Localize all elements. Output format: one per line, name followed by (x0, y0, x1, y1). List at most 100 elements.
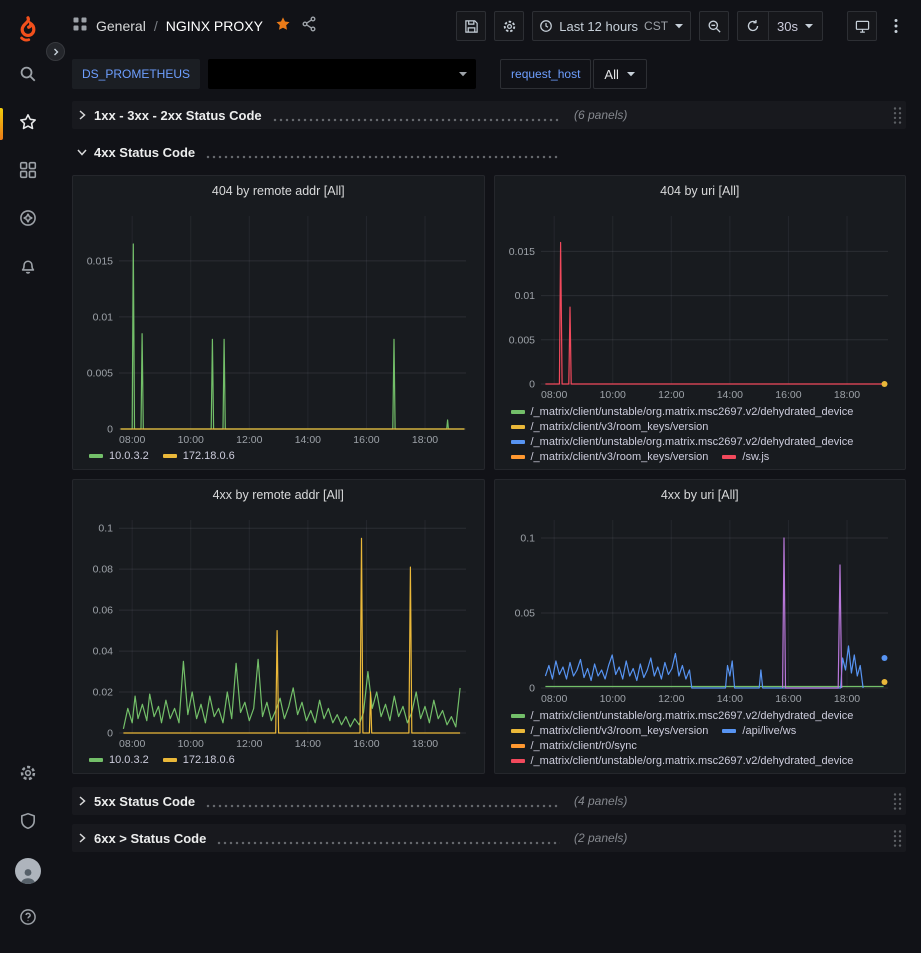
legend-item[interactable]: /_matrix/client/unstable/org.matrix.msc2… (511, 406, 854, 418)
dashboard-settings-button[interactable] (494, 11, 524, 41)
sidebar-item-dashboards[interactable] (0, 148, 56, 196)
refresh-button[interactable] (738, 12, 768, 40)
legend-item[interactable]: /sw.js (722, 451, 769, 463)
legend-item[interactable]: /api/live/ws (722, 725, 796, 737)
legend-item[interactable]: /_matrix/client/r0/sync (511, 740, 637, 752)
legend-item[interactable]: /_matrix/client/v3/room_keys/version (511, 451, 709, 463)
svg-text:14:00: 14:00 (295, 434, 321, 446)
svg-text:12:00: 12:00 (236, 434, 262, 446)
svg-text:10:00: 10:00 (599, 389, 625, 401)
chart-svg: 08:0010:0012:0014:0016:0018:0000.020.040… (81, 510, 476, 751)
row-drag-handle[interactable] (893, 106, 902, 125)
svg-text:0: 0 (107, 728, 113, 740)
time-range-label: Last 12 hours (559, 19, 638, 34)
dashboard-title[interactable]: NGINX PROXY (166, 18, 263, 34)
legend-marker (89, 454, 103, 458)
legend: 10.0.3.2 172.18.0.6 (81, 751, 476, 769)
chart-canvas[interactable]: 08:0010:0012:0014:0016:0018:0000.050.1 (503, 510, 898, 707)
top-navigation-bar: General / NGINX PROXY (56, 0, 921, 52)
panel-body: 08:0010:0012:0014:0016:0018:0000.0050.01… (495, 206, 906, 469)
refresh-button-group: 30s (737, 11, 823, 41)
dotted-leader (216, 841, 560, 845)
sidebar-item-alerting[interactable] (0, 244, 56, 292)
cycle-view-mode-button[interactable] (847, 11, 877, 41)
row-drag-handle[interactable] (893, 829, 902, 848)
save-dashboard-button[interactable] (456, 11, 486, 41)
svg-text:0: 0 (529, 683, 535, 695)
legend-item[interactable]: /_matrix/client/unstable/org.matrix.msc2… (511, 436, 854, 448)
legend-item[interactable]: /_matrix/client/unstable/org.matrix.msc2… (511, 755, 854, 767)
row-header-5xx[interactable]: 5xx Status Code (4 panels) (72, 787, 906, 815)
time-range-picker[interactable]: Last 12 hours CST (532, 11, 691, 41)
row-drag-handle[interactable] (893, 792, 902, 811)
legend-label: /_matrix/client/v3/room_keys/version (531, 725, 709, 737)
request-host-variable-select[interactable]: All (593, 59, 646, 89)
refresh-interval-dropdown[interactable]: 30s (768, 12, 822, 40)
alerting-bell-icon (19, 257, 37, 280)
legend-item[interactable]: /_matrix/client/v3/room_keys/version (511, 421, 709, 433)
sidebar-item-explore[interactable] (0, 196, 56, 244)
svg-text:08:00: 08:00 (119, 738, 145, 750)
legend-marker (511, 410, 525, 414)
row-title: 1xx - 3xx - 2xx Status Code (94, 108, 262, 123)
chart-canvas[interactable]: 08:0010:0012:0014:0016:0018:0000.0050.01… (503, 206, 898, 403)
svg-text:18:00: 18:00 (833, 389, 859, 401)
panel-title[interactable]: 4xx by remote addr [All] (73, 480, 484, 510)
panel-2: 404 by uri [All]08:0010:0012:0014:0016:0… (494, 175, 907, 470)
svg-text:18:00: 18:00 (833, 693, 859, 705)
chart-canvas[interactable]: 08:0010:0012:0014:0016:0018:0000.020.040… (81, 510, 476, 751)
legend-item[interactable]: 172.18.0.6 (163, 754, 235, 766)
zoom-out-button[interactable] (699, 11, 729, 41)
breadcrumb: General / NGINX PROXY (96, 18, 263, 34)
legend-label: /_matrix/client/v3/room_keys/version (531, 421, 709, 433)
legend-marker (722, 455, 736, 459)
sidebar-item-configuration[interactable] (0, 751, 56, 799)
legend-item[interactable]: /_matrix/client/v3/room_keys/version (511, 725, 709, 737)
legend-label: /_matrix/client/r0/sync (531, 740, 637, 752)
row-header-6xx[interactable]: 6xx > Status Code (2 panels) (72, 824, 906, 852)
shield-icon (19, 812, 37, 835)
chevron-right-icon (76, 795, 88, 807)
share-icon[interactable] (301, 16, 317, 37)
sidebar-item-search[interactable] (0, 52, 56, 100)
sidebar-item-server-admin[interactable] (0, 799, 56, 847)
legend-label: /_matrix/client/unstable/org.matrix.msc2… (531, 710, 854, 722)
sidebar-item-profile[interactable] (0, 847, 56, 895)
refresh-interval-label: 30s (777, 19, 798, 34)
panel-title[interactable]: 404 by remote addr [All] (73, 176, 484, 206)
datasource-variable-select[interactable] (208, 59, 476, 89)
svg-text:0.01: 0.01 (93, 311, 114, 323)
svg-text:0.04: 0.04 (93, 646, 114, 658)
legend-label: 10.0.3.2 (109, 450, 149, 462)
panel-title[interactable]: 404 by uri [All] (495, 176, 906, 206)
row-header-1xx-3xx-2xx[interactable]: 1xx - 3xx - 2xx Status Code (6 panels) (72, 101, 906, 129)
breadcrumb-section[interactable]: General (96, 18, 146, 34)
legend-marker (722, 729, 736, 733)
help-icon (19, 908, 37, 931)
legend-marker (511, 714, 525, 718)
legend-marker (511, 440, 525, 444)
legend-label: 172.18.0.6 (183, 450, 235, 462)
kebab-menu-icon[interactable] (885, 11, 907, 41)
legend-marker (163, 454, 177, 458)
grafana-app: General / NGINX PROXY (0, 0, 921, 953)
star-icon (19, 113, 37, 136)
chevron-down-icon (76, 146, 88, 158)
legend-label: 172.18.0.6 (183, 754, 235, 766)
sidebar-expand-button[interactable] (46, 42, 65, 61)
legend-item[interactable]: 10.0.3.2 (89, 450, 149, 462)
favorite-star-icon[interactable] (275, 16, 291, 37)
chart-canvas[interactable]: 08:0010:0012:0014:0016:0018:0000.0050.01… (81, 206, 476, 447)
svg-text:12:00: 12:00 (658, 389, 684, 401)
legend-item[interactable]: 10.0.3.2 (89, 754, 149, 766)
legend-item[interactable]: /_matrix/client/unstable/org.matrix.msc2… (511, 710, 854, 722)
svg-text:0.1: 0.1 (98, 523, 113, 535)
svg-text:12:00: 12:00 (236, 738, 262, 750)
legend: /_matrix/client/unstable/org.matrix.msc2… (503, 707, 898, 769)
row-header-4xx[interactable]: 4xx Status Code (72, 138, 906, 166)
legend-item[interactable]: 172.18.0.6 (163, 450, 235, 462)
panel-title[interactable]: 4xx by uri [All] (495, 480, 906, 510)
chevron-right-icon (76, 109, 88, 121)
sidebar-item-help[interactable] (0, 895, 56, 943)
sidebar-item-starred[interactable] (0, 100, 56, 148)
